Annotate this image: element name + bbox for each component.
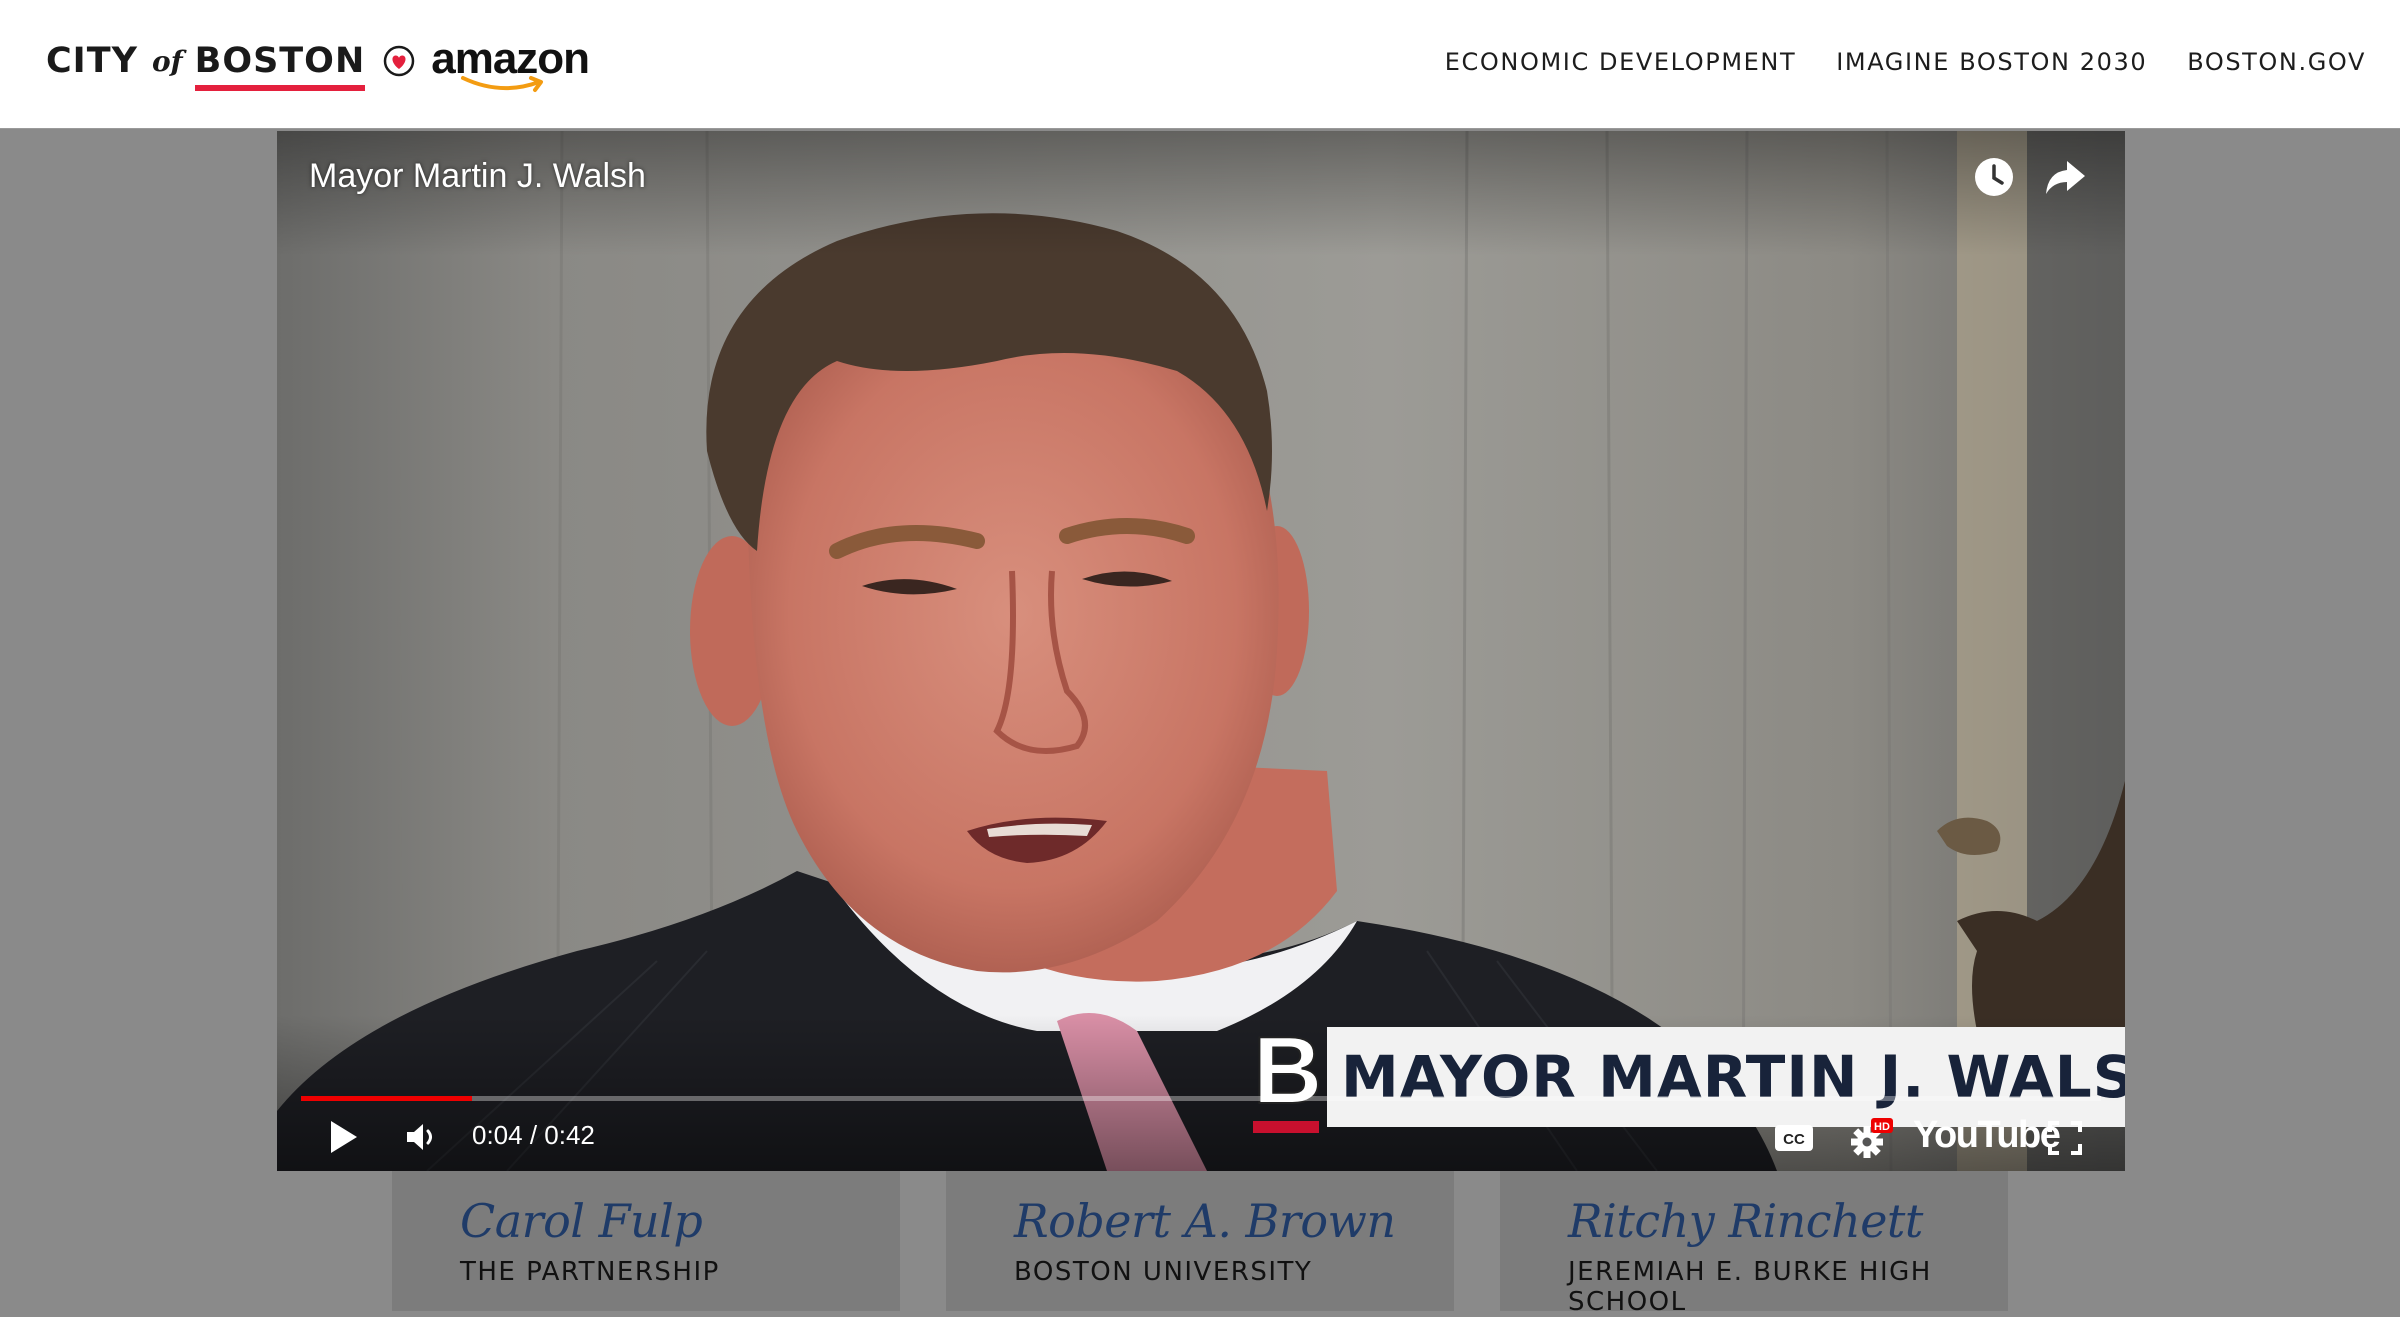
nav-imagine-boston-2030[interactable]: IMAGINE BOSTON 2030 bbox=[1836, 48, 2147, 76]
card-name: Ritchy Rinchett bbox=[1568, 1194, 1923, 1248]
site-header: CITY of BOSTON amazon ECONOMIC DEVELOPME… bbox=[0, 0, 2400, 129]
logo-of-text: of bbox=[151, 45, 183, 78]
city-of-boston-amazon-logo[interactable]: CITY of BOSTON amazon bbox=[46, 34, 590, 96]
time-display: 0:04 / 0:42 bbox=[472, 1120, 595, 1150]
youtube-logo[interactable]: YouTube bbox=[1913, 1114, 2061, 1157]
amazon-smile-icon bbox=[461, 76, 544, 92]
settings-icon[interactable]: HD bbox=[1847, 1116, 1895, 1160]
nav-economic-development[interactable]: ECONOMIC DEVELOPMENT bbox=[1445, 48, 1796, 76]
logo-city-text: CITY bbox=[46, 41, 138, 81]
svg-text:HD: HD bbox=[1874, 1121, 1890, 1133]
volume-icon[interactable] bbox=[403, 1119, 439, 1155]
heart-icon bbox=[383, 45, 415, 77]
card-carol-fulp[interactable]: Carol Fulp THE PARTNERSHIP bbox=[392, 1171, 900, 1311]
logo-boston-wordmark: BOSTON bbox=[194, 41, 366, 91]
card-organization: THE PARTNERSHIP bbox=[460, 1257, 720, 1287]
logo-boston-text: BOSTON bbox=[194, 41, 366, 81]
progress-bar-played bbox=[301, 1096, 473, 1101]
card-organization: BOSTON UNIVERSITY bbox=[1014, 1257, 1313, 1287]
top-nav: ECONOMIC DEVELOPMENT IMAGINE BOSTON 2030… bbox=[1445, 48, 2366, 76]
play-icon[interactable] bbox=[329, 1119, 359, 1155]
video-frame bbox=[277, 131, 2125, 1171]
share-icon[interactable] bbox=[2043, 157, 2087, 197]
cc-icon[interactable]: CC bbox=[1774, 1124, 1814, 1152]
progress-bar[interactable] bbox=[301, 1096, 2101, 1101]
watch-later-icon[interactable] bbox=[1972, 155, 2016, 199]
card-organization: JEREMIAH E. BURKE HIGH SCHOOL bbox=[1568, 1257, 1932, 1317]
card-name: Carol Fulp bbox=[460, 1194, 703, 1248]
video-player[interactable]: Mayor Martin J. Walsh B MAYOR MARTIN J. … bbox=[277, 131, 2125, 1171]
video-title[interactable]: Mayor Martin J. Walsh bbox=[309, 157, 646, 196]
fullscreen-icon[interactable] bbox=[2047, 1120, 2083, 1156]
card-ritchy-rinchett[interactable]: Ritchy Rinchett JEREMIAH E. BURKE HIGH S… bbox=[1500, 1171, 2008, 1317]
nav-boston-gov[interactable]: BOSTON.GOV bbox=[2187, 48, 2366, 76]
card-robert-a-brown[interactable]: Robert A. Brown BOSTON UNIVERSITY bbox=[946, 1171, 1454, 1311]
card-name: Robert A. Brown bbox=[1014, 1194, 1396, 1248]
amazon-wordmark: amazon bbox=[431, 34, 590, 92]
svg-text:CC: CC bbox=[1783, 1131, 1805, 1148]
logo-underline bbox=[194, 85, 366, 91]
player-controls: 0:04 / 0:42 CC HD YouTube bbox=[277, 1106, 2125, 1171]
